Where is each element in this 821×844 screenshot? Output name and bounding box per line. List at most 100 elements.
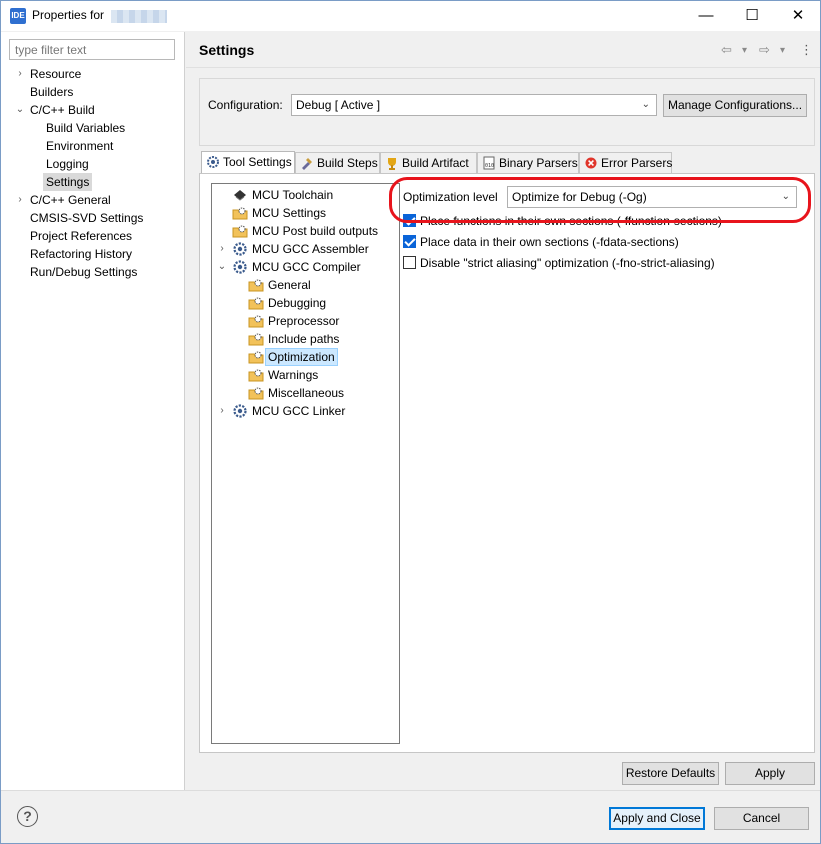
gear-icon <box>232 259 248 275</box>
tab-label: Build Steps <box>317 156 378 170</box>
nav-item-refactoring-history[interactable]: Refactoring History <box>30 245 132 263</box>
apply-and-close-button[interactable]: Apply and Close <box>609 807 705 830</box>
tree-item-mcu-settings[interactable]: MCU Settings <box>252 204 326 222</box>
tree-item-mcu-post-build-outputs[interactable]: MCU Post build outputs <box>252 222 378 240</box>
tree-item-mcu-toolchain[interactable]: MCU Toolchain <box>252 186 333 204</box>
nav-item-settings[interactable]: Settings <box>43 173 93 191</box>
page-title: Settings <box>199 42 255 58</box>
collapse-arrow-icon[interactable]: ⌄ <box>15 101 25 119</box>
checkbox-unchecked-icon[interactable] <box>403 256 416 269</box>
maximize-button[interactable]: ☐ <box>729 1 775 31</box>
properties-window: IDE Properties for — ☐ ✕ › Resource Buil… <box>0 0 821 844</box>
nav-item-build-variables[interactable]: Build Variables <box>46 119 125 137</box>
option-label: Disable "strict aliasing" optimization (… <box>420 256 715 270</box>
folder-gear-icon <box>232 223 248 239</box>
tab-build-steps[interactable]: Build Steps <box>295 152 380 173</box>
minimize-button[interactable]: — <box>683 1 729 31</box>
back-icon[interactable]: ⇦ <box>721 42 732 58</box>
tab-binary-parsers[interactable]: 010 Binary Parsers <box>477 152 579 173</box>
back-dropdown-icon[interactable]: ▾ <box>742 45 747 56</box>
tree-item-warnings[interactable]: Warnings <box>268 366 318 384</box>
option-data-sections[interactable]: Place data in their own sections (-fdata… <box>403 234 679 250</box>
tab-label: Binary Parsers <box>499 156 578 170</box>
svg-text:010: 010 <box>485 163 494 169</box>
close-button[interactable]: ✕ <box>775 1 821 31</box>
tab-label: Build Artifact <box>402 156 469 170</box>
nav-item-builders[interactable]: Builders <box>30 83 73 101</box>
app-icon: IDE <box>10 8 26 24</box>
footer-divider <box>1 790 820 791</box>
folder-gear-icon <box>248 313 264 329</box>
filter-input[interactable] <box>9 39 175 60</box>
tree-item-miscellaneous[interactable]: Miscellaneous <box>268 384 344 402</box>
collapse-arrow-icon[interactable]: ⌄ <box>217 258 227 276</box>
window-title: Properties for <box>32 8 105 22</box>
nav-item-run-debug-settings[interactable]: Run/Debug Settings <box>30 263 137 281</box>
option-no-strict-aliasing[interactable]: Disable "strict aliasing" optimization (… <box>403 255 715 271</box>
nav-item-environment[interactable]: Environment <box>46 137 113 155</box>
folder-gear-icon <box>232 205 248 221</box>
configuration-select[interactable]: Debug [ Active ] ⌄ <box>291 94 657 116</box>
help-icon[interactable]: ? <box>17 806 38 827</box>
configuration-label: Configuration: <box>208 98 283 112</box>
folder-gear-icon <box>248 367 264 383</box>
nav-item-logging[interactable]: Logging <box>46 155 89 173</box>
tree-item-preprocessor[interactable]: Preprocessor <box>268 312 339 330</box>
error-icon <box>584 156 598 170</box>
tree-item-include-paths[interactable]: Include paths <box>268 330 339 348</box>
tree-item-mcu-gcc-compiler[interactable]: MCU GCC Compiler <box>252 258 361 276</box>
nav-item-cpp-general[interactable]: C/C++ General <box>30 191 111 209</box>
expand-arrow-icon[interactable]: › <box>15 65 25 83</box>
view-menu-icon[interactable]: ⋮ <box>800 42 813 58</box>
configuration-value: Debug [ Active ] <box>296 98 381 112</box>
redacted-project-name <box>111 10 167 23</box>
expand-arrow-icon[interactable]: › <box>217 402 227 420</box>
expand-arrow-icon[interactable]: › <box>15 191 25 209</box>
nav-item-cpp-build[interactable]: C/C++ Build <box>30 101 95 119</box>
expand-arrow-icon[interactable]: › <box>217 240 227 258</box>
option-label: Place data in their own sections (-fdata… <box>420 235 679 249</box>
tree-item-debugging[interactable]: Debugging <box>268 294 326 312</box>
folder-gear-icon <box>248 349 264 365</box>
optimization-level-label: Optimization level <box>403 190 498 204</box>
folder-gear-icon <box>248 385 264 401</box>
build-steps-icon <box>300 156 314 170</box>
restore-defaults-button[interactable]: Restore Defaults <box>622 762 719 785</box>
gear-icon <box>232 241 248 257</box>
tree-item-mcu-gcc-linker[interactable]: MCU GCC Linker <box>252 402 345 420</box>
folder-gear-icon <box>248 295 264 311</box>
checkbox-checked-icon[interactable] <box>403 214 416 227</box>
tab-error-parsers[interactable]: Error Parsers <box>579 152 672 173</box>
title-bar: IDE Properties for — ☐ ✕ <box>1 1 820 31</box>
tab-tool-settings[interactable]: Tool Settings <box>201 151 295 174</box>
binary-icon: 010 <box>482 156 496 170</box>
nav-item-cmsis-svd-settings[interactable]: CMSIS-SVD Settings <box>30 209 143 227</box>
nav-item-resource[interactable]: Resource <box>30 65 81 83</box>
tab-label: Tool Settings <box>223 155 292 169</box>
chevron-down-icon: ⌄ <box>641 99 650 110</box>
header-divider <box>186 67 820 68</box>
chip-icon <box>232 187 248 203</box>
forward-dropdown-icon[interactable]: ▾ <box>780 45 785 56</box>
manage-configurations-button[interactable]: Manage Configurations... <box>663 94 807 117</box>
checkbox-checked-icon[interactable] <box>403 235 416 248</box>
optimization-level-value: Optimize for Debug (-Og) <box>512 190 647 204</box>
option-label: Place functions in their own sections (-… <box>420 214 722 228</box>
folder-gear-icon <box>248 331 264 347</box>
tree-item-mcu-gcc-assembler[interactable]: MCU GCC Assembler <box>252 240 369 258</box>
tree-item-general[interactable]: General <box>268 276 311 294</box>
optimization-level-select[interactable]: Optimize for Debug (-Og) ⌄ <box>507 186 797 208</box>
forward-icon[interactable]: ⇨ <box>759 42 770 58</box>
apply-button[interactable]: Apply <box>725 762 815 785</box>
trophy-icon <box>385 156 399 170</box>
gear-icon <box>232 403 248 419</box>
chevron-down-icon: ⌄ <box>781 191 790 202</box>
nav-item-project-references[interactable]: Project References <box>30 227 132 245</box>
cancel-button[interactable]: Cancel <box>714 807 809 830</box>
folder-gear-icon <box>248 277 264 293</box>
tree-item-optimization[interactable]: Optimization <box>265 348 338 366</box>
option-function-sections[interactable]: Place functions in their own sections (-… <box>403 213 722 229</box>
gear-icon <box>206 155 220 169</box>
tab-label: Error Parsers <box>601 156 673 170</box>
tab-build-artifact[interactable]: Build Artifact <box>380 152 477 173</box>
